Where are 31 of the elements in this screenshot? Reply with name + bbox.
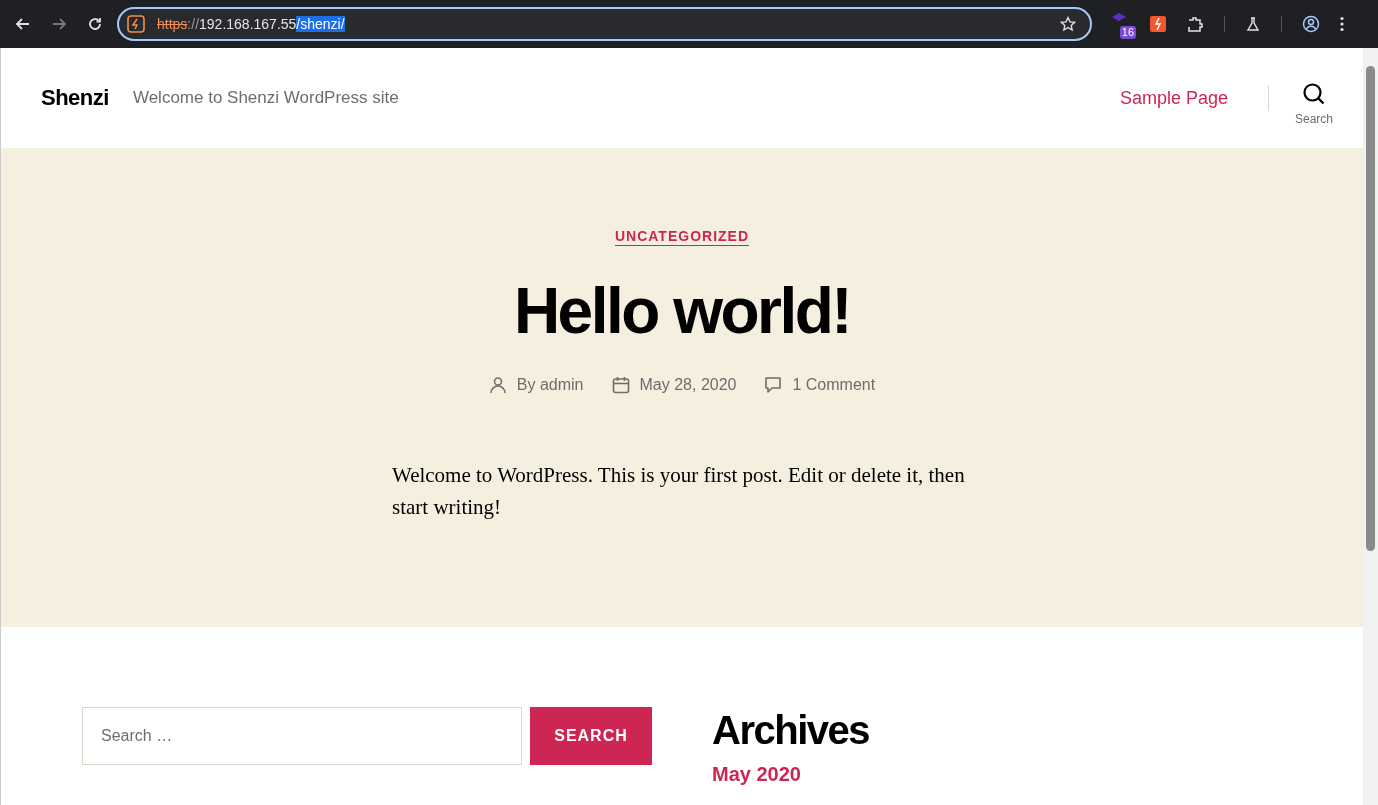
site-title[interactable]: Shenzi (41, 85, 109, 111)
post-title: Hello world! (513, 276, 851, 347)
forward-icon[interactable] (51, 16, 67, 32)
back-icon[interactable] (15, 16, 31, 32)
flask-icon[interactable] (1245, 16, 1261, 32)
scrollbar-thumb[interactable] (1366, 66, 1375, 551)
bookmark-star-icon[interactable] (1060, 16, 1077, 32)
search-input[interactable]: Search … (82, 707, 522, 765)
post-date-link[interactable]: May 28, 2020 (639, 376, 737, 395)
nav-link[interactable]: Sample Page (1119, 87, 1228, 108)
scrollbar[interactable] (1363, 48, 1378, 805)
search-icon (1302, 82, 1326, 106)
search-toggle[interactable]: Search (1294, 70, 1333, 126)
puzzle-icon[interactable] (1186, 15, 1205, 33)
archives-heading: Archives (712, 707, 869, 753)
author-link[interactable]: By admin (516, 376, 584, 395)
lightning-extension-icon[interactable] (1150, 16, 1167, 32)
extension-badge: 16 (1119, 26, 1137, 39)
comment-icon (764, 376, 783, 395)
archive-link[interactable]: May 2020 (712, 763, 869, 786)
comments-link[interactable]: 1 Comment (792, 376, 876, 395)
calendar-icon (611, 376, 630, 395)
site-tagline: Welcome to Shenzi WordPress site (132, 88, 399, 108)
post-body-text: Welcome to WordPress. This is your first post. Edit or delete it, then start writing! (392, 462, 966, 521)
not-secure-icon[interactable] (127, 15, 145, 33)
search-button[interactable]: SEARCH (530, 707, 652, 765)
person-icon (488, 376, 507, 395)
menu-icon[interactable] (1340, 16, 1344, 32)
reload-icon[interactable] (87, 16, 103, 32)
profile-icon[interactable] (1302, 15, 1320, 33)
category-link[interactable]: UNCATEGORIZED (614, 228, 750, 246)
